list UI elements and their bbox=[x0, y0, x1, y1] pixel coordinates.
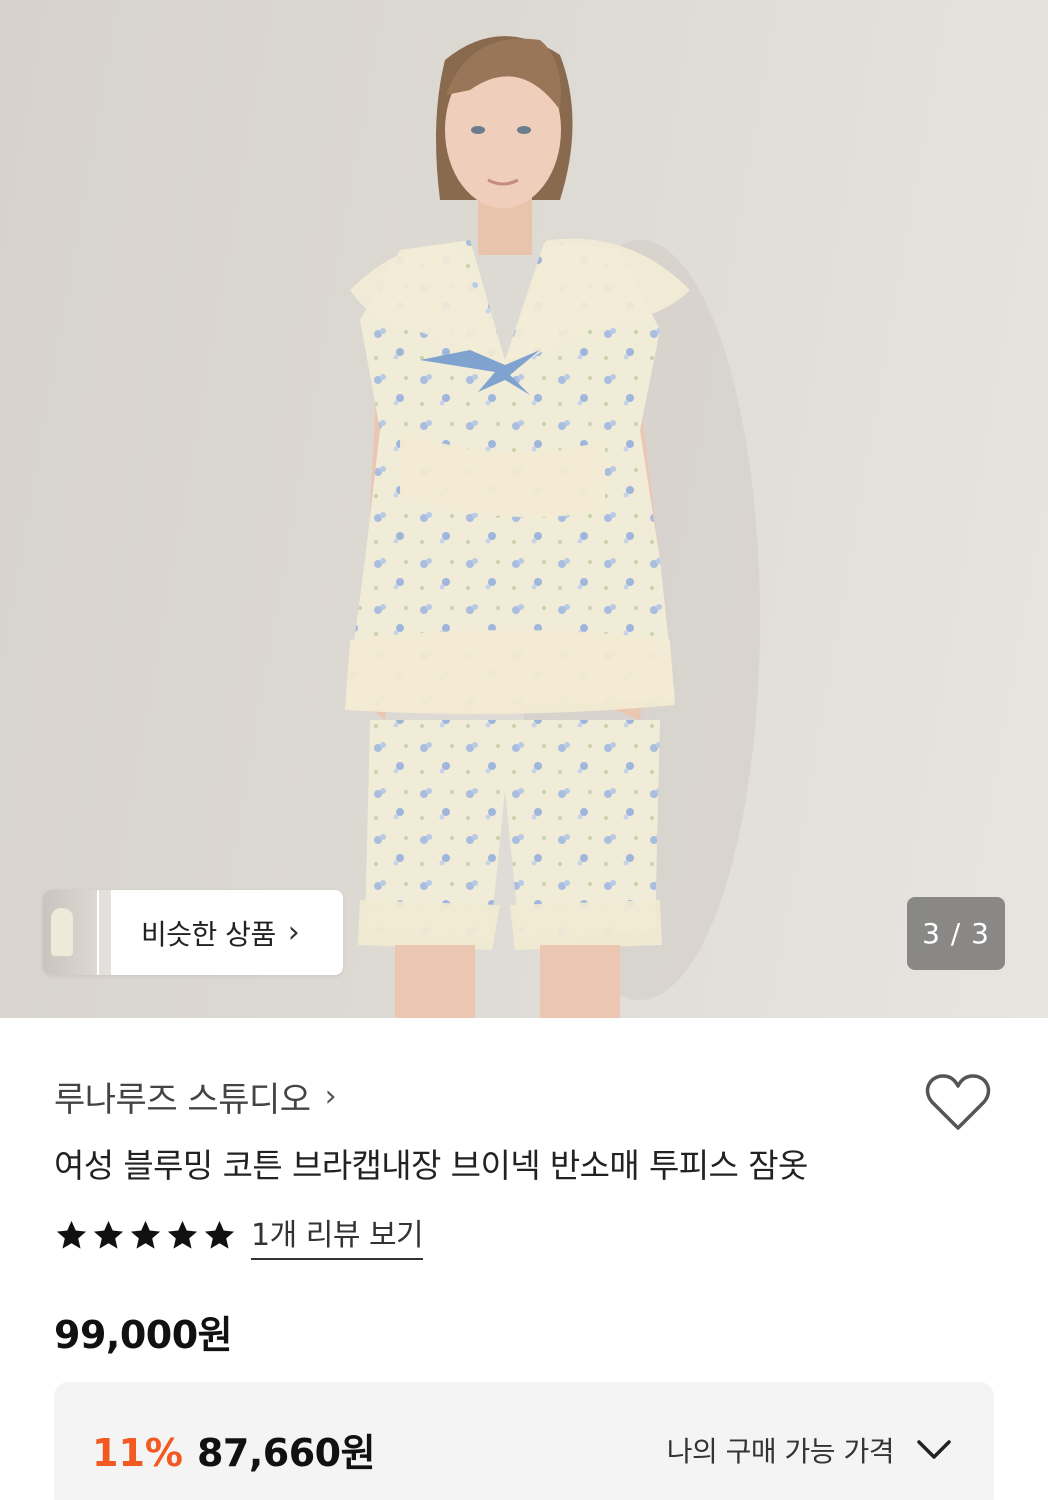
chevron-right-icon: › bbox=[324, 1079, 337, 1114]
star-icon bbox=[130, 1220, 161, 1249]
star-icon bbox=[167, 1220, 198, 1249]
similar-products-button[interactable]: 비슷한 상품 › bbox=[43, 890, 343, 975]
brand-link[interactable]: 루나루즈 스튜디오 › bbox=[54, 1072, 337, 1121]
rating-stars bbox=[54, 1218, 237, 1253]
discount-rate: 11% bbox=[92, 1431, 183, 1475]
discount-price-group: 11% 87,660원 bbox=[92, 1422, 376, 1477]
favorite-button[interactable] bbox=[924, 1072, 992, 1134]
similar-product-thumbnail bbox=[43, 890, 97, 975]
similar-products-text: 비슷한 상품 bbox=[141, 917, 276, 951]
product-photo bbox=[345, 36, 760, 1018]
chevron-down-icon bbox=[917, 1440, 951, 1459]
similar-product-thumbnail-2 bbox=[97, 890, 111, 975]
discount-price: 87,660원 bbox=[196, 1431, 376, 1475]
star-icon bbox=[56, 1220, 87, 1249]
product-image-gallery[interactable]: 비슷한 상품 › 3 / 3 bbox=[0, 0, 1048, 1018]
chevron-right-icon: › bbox=[287, 915, 300, 950]
review-link[interactable]: 1개 리뷰 보기 bbox=[251, 1210, 424, 1260]
my-price-label: 나의 구매 가능 가격 bbox=[666, 1435, 895, 1468]
heart-outline-icon bbox=[925, 1074, 991, 1130]
my-price-toggle[interactable]: 나의 구매 가능 가격 bbox=[667, 1430, 952, 1470]
star-icon bbox=[93, 1220, 124, 1249]
star-icon bbox=[204, 1220, 235, 1249]
brand-name: 루나루즈 스튜디오 bbox=[54, 1080, 311, 1120]
discount-price-box: 11% 87,660원 나의 구매 가능 가격 bbox=[54, 1382, 994, 1500]
rating-row: 1개 리뷰 보기 bbox=[54, 1210, 424, 1260]
original-price: 99,000원 bbox=[54, 1313, 233, 1357]
product-title: 여성 블루밍 코튼 브라캡내장 브이넥 반소매 투피스 잠옷 bbox=[54, 1146, 808, 1185]
similar-products-label: 비슷한 상품 › bbox=[111, 913, 343, 953]
image-page-indicator: 3 / 3 bbox=[907, 897, 1005, 970]
